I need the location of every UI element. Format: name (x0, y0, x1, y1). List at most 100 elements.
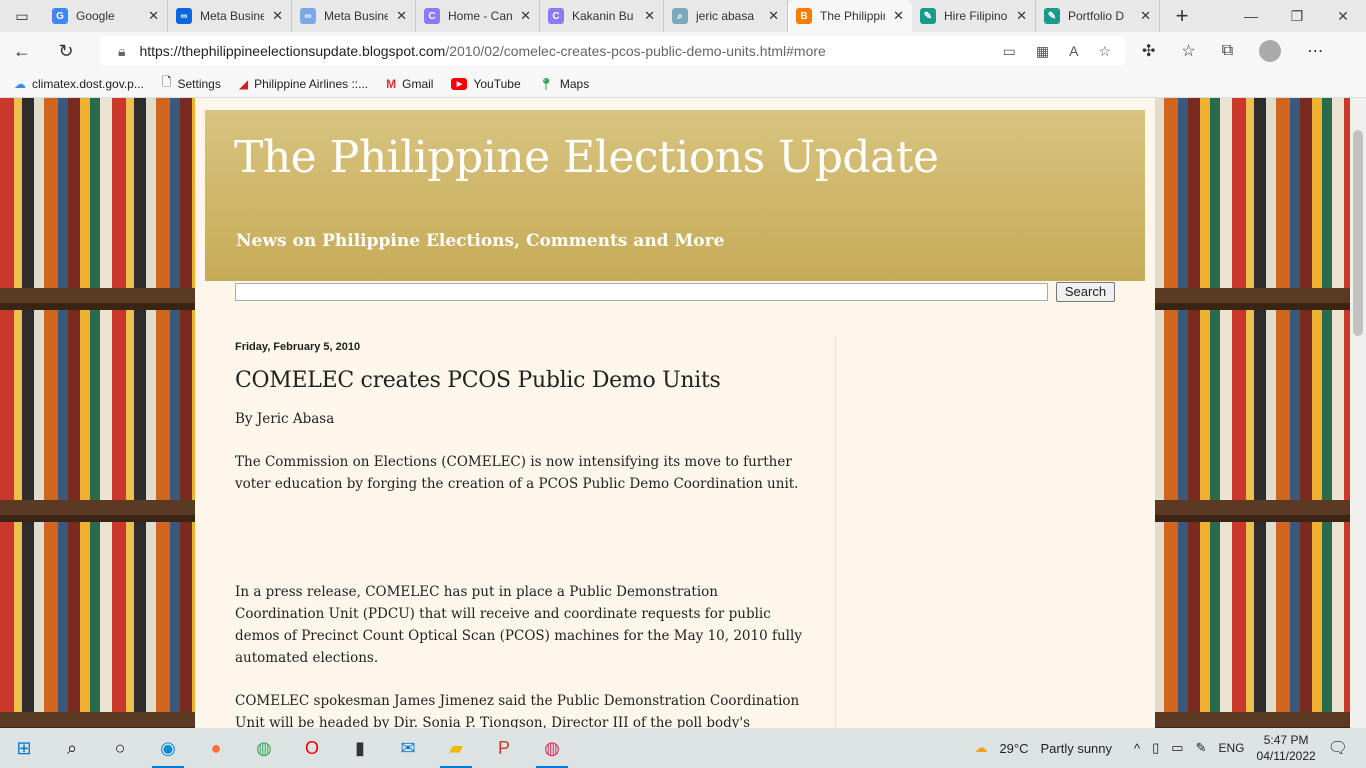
new-tab-button[interactable]: + (1160, 3, 1204, 29)
collections-icon[interactable]: ⧉ (1222, 42, 1233, 60)
gmail-icon: M (386, 76, 397, 91)
tab-label: Hire Filipino (944, 9, 1008, 23)
tab-3[interactable]: C Home - Canva ✕ (416, 0, 540, 32)
tab-8[interactable]: ✎ Portfolio D ✕ (1036, 0, 1160, 32)
bookmark-climatex[interactable]: ☁ climatex.dost.gov.p... (14, 77, 144, 91)
url-host: https://thephilippineelectionsupdate.blo… (139, 43, 446, 59)
tab-label: Meta Business (324, 9, 388, 23)
task-view-icon[interactable]: ○ (96, 728, 144, 768)
system-tray: ☁ 29°C Partly sunny ^ ▯ ▭ ✎ ENG 5:47 PM 0… (974, 728, 1366, 768)
bookmark-label: YouTube (473, 76, 521, 91)
close-tab-icon[interactable]: ✕ (1140, 8, 1151, 24)
firefox-icon[interactable]: ● (192, 728, 240, 768)
close-tab-icon[interactable]: ✕ (893, 8, 904, 24)
tab-favicon-icon: C (548, 8, 564, 24)
tab-label: The Philippine (820, 9, 885, 23)
bookmark-label: Gmail (402, 76, 434, 91)
tab-label: Home - Canva (448, 9, 513, 23)
tab-favicon-icon: ∞ (300, 8, 316, 24)
file-explorer-icon[interactable]: ▰ (432, 728, 480, 768)
blog-header: The Philippine Elections Update News on … (205, 110, 1145, 281)
bookmark-label: Philippine Airlines ::... (254, 76, 369, 91)
post-title: COMELEC creates PCOS Public Demo Units (235, 368, 721, 393)
tab-4[interactable]: C Kakanin Bu ✕ (540, 0, 664, 32)
tab-2[interactable]: ∞ Meta Business ✕ (292, 0, 416, 32)
address-input[interactable]: 🔒︎ https://thephilippineelectionsupdate.… (100, 36, 1125, 66)
bookmark-pal[interactable]: ◢ Philippine Airlines ::... (239, 77, 368, 91)
tab-0[interactable]: G Google ✕ (44, 0, 168, 32)
tab-actions-icon[interactable]: ▭ (0, 8, 44, 25)
weather-text[interactable]: Partly sunny (1040, 741, 1112, 756)
taskbar: ⊞ ⌕ ○ ◉ ● ◍ O ▮ ✉ ▰ P ◍ ☁ 29°C Partly su… (0, 728, 1366, 768)
bookmark-youtube[interactable]: ▶ YouTube (451, 76, 521, 91)
read-aloud-icon[interactable]: A (1069, 43, 1078, 60)
refresh-button[interactable]: ↻ (44, 41, 88, 62)
minimize-button[interactable]: — (1228, 8, 1274, 24)
tab-7[interactable]: ✎ Hire Filipino ✕ (912, 0, 1036, 32)
clock-date: 04/11/2022 (1256, 749, 1316, 763)
app-available-icon[interactable]: ▭ (1003, 43, 1016, 60)
youtube-icon: ▶ (451, 77, 468, 90)
close-tab-icon[interactable]: ✕ (1016, 8, 1027, 24)
weather-icon[interactable]: ☁ (974, 740, 987, 756)
tab-6[interactable]: B The Philippine ✕ (788, 0, 912, 32)
tab-label: Meta Business (200, 9, 264, 23)
tab-favicon-icon: ✎ (1044, 8, 1060, 24)
clock[interactable]: 5:47 PM 04/11/2022 (1257, 732, 1316, 764)
close-tab-icon[interactable]: ✕ (644, 8, 655, 24)
pal-logo-icon: ◢ (238, 76, 249, 91)
extensions-icon[interactable]: ✣ (1142, 41, 1155, 61)
close-tab-icon[interactable]: ✕ (148, 8, 159, 24)
qr-icon[interactable]: ▦ (1036, 43, 1049, 60)
close-tab-icon[interactable]: ✕ (396, 8, 407, 24)
edge-icon[interactable]: ◉ (144, 728, 192, 768)
favorites-icon[interactable]: ☆ (1181, 41, 1195, 61)
start-button[interactable]: ⊞ (0, 728, 48, 768)
weather-temp[interactable]: 29°C (999, 741, 1028, 756)
pen-icon[interactable]: ✎ (1196, 740, 1207, 756)
tab-favicon-icon: C (424, 8, 440, 24)
battery-icon[interactable]: ▭ (1171, 740, 1183, 756)
bookmark-settings[interactable]: 🗋 Settings (162, 73, 221, 94)
network-icon[interactable]: ▯ (1152, 740, 1159, 756)
more-menu-icon[interactable]: ⋯ (1307, 41, 1323, 61)
profile-avatar[interactable] (1259, 40, 1282, 62)
tab-label: Google (76, 9, 115, 23)
chrome-profile-icon[interactable]: ◍ (528, 728, 576, 768)
tab-favicon-icon: G (52, 8, 68, 24)
close-tab-icon[interactable]: ✕ (520, 8, 531, 24)
scrollbar-thumb[interactable] (1353, 130, 1363, 336)
sidebar-divider (835, 336, 836, 728)
bookmark-gmail[interactable]: M Gmail (386, 77, 433, 91)
tab-label: Kakanin Bu (572, 9, 634, 23)
notifications-icon[interactable]: 🗨︎ (1328, 738, 1348, 758)
language-indicator[interactable]: ENG (1219, 741, 1245, 755)
close-tab-icon[interactable]: ✕ (768, 8, 779, 24)
sticky-notes-icon[interactable]: ▮ (336, 728, 384, 768)
tab-favicon-icon: ∞ (176, 8, 192, 24)
post-paragraph: The Commission on Elections (COMELEC) is… (235, 454, 799, 492)
blog-title[interactable]: The Philippine Elections Update (234, 132, 939, 183)
restore-button[interactable]: ❐ (1274, 8, 1320, 25)
address-bar-row: ← ↻ 🔒︎ https://thephilippineelectionsupd… (0, 32, 1366, 70)
tab-1[interactable]: ∞ Meta Business ✕ (168, 0, 292, 32)
mail-icon[interactable]: ✉ (384, 728, 432, 768)
close-tab-icon[interactable]: ✕ (272, 8, 283, 24)
chevron-up-icon[interactable]: ^ (1134, 741, 1140, 756)
search-icon[interactable]: ⌕ (48, 728, 96, 768)
opera-icon[interactable]: O (288, 728, 336, 768)
tab-5[interactable]: ⌕ jeric abasa ✕ (664, 0, 788, 32)
chrome-icon[interactable]: ◍ (240, 728, 288, 768)
scrollbar[interactable] (1350, 98, 1366, 728)
back-button[interactable]: ← (0, 41, 44, 62)
bookmark-label: climatex.dost.gov.p... (32, 76, 144, 91)
search-input[interactable] (235, 283, 1048, 301)
post-byline: By Jeric Abasa (235, 411, 335, 427)
search-button[interactable]: Search (1056, 282, 1115, 302)
powerpoint-icon[interactable]: P (480, 728, 528, 768)
bookmark-label: Maps (559, 76, 590, 91)
add-favorite-icon[interactable]: ☆ (1098, 43, 1111, 60)
bookmark-maps[interactable]: 📍︎ Maps (539, 77, 590, 91)
tab-favicon-icon: ⌕ (672, 8, 688, 24)
close-window-button[interactable]: ✕ (1320, 8, 1366, 25)
